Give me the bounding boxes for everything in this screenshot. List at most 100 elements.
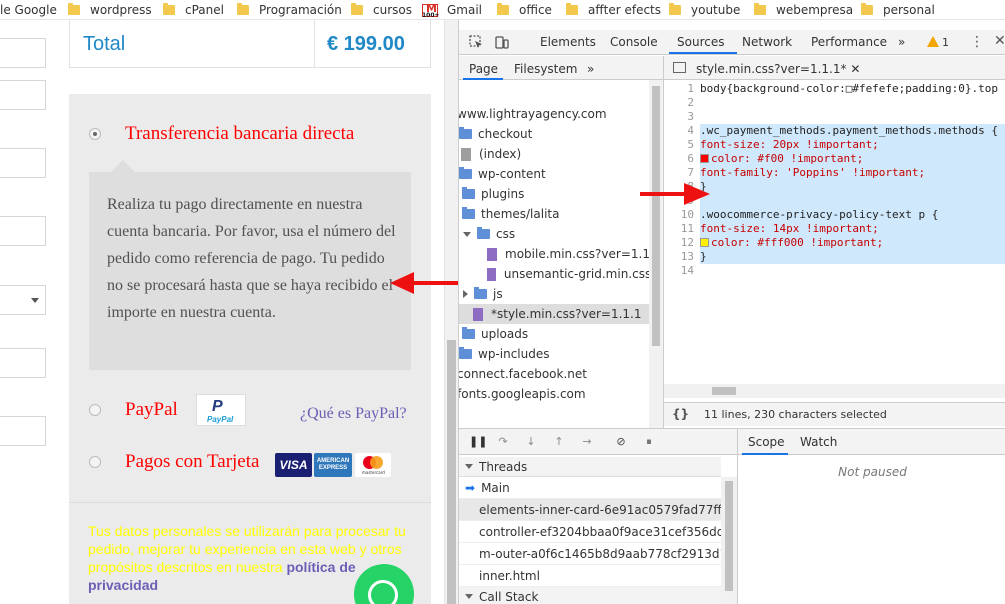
payment-method-paypal-label[interactable]: PayPal bbox=[125, 399, 178, 421]
bookmark-google[interactable]: le Google bbox=[0, 2, 57, 18]
close-icon[interactable]: ✕ bbox=[994, 33, 1005, 49]
threads-section-header[interactable]: Threads bbox=[459, 457, 721, 477]
tab-watch[interactable]: Watch bbox=[800, 435, 837, 449]
bookmark-cpanel[interactable]: cPanel bbox=[163, 2, 224, 18]
thread-item[interactable]: m-outer-a0f6c1465b8d9aab778cf2913d1d... bbox=[459, 543, 721, 565]
tree-item[interactable]: fonts.googleapis.com bbox=[459, 384, 647, 404]
bookmark-office[interactable]: office bbox=[497, 2, 552, 18]
tab-performance[interactable]: Performance bbox=[811, 35, 887, 49]
bookmark-webempresa[interactable]: webempresa bbox=[754, 2, 853, 18]
folder-icon bbox=[861, 3, 873, 15]
inspect-element-icon[interactable] bbox=[469, 35, 483, 49]
bookmark-personal[interactable]: personal bbox=[861, 2, 935, 18]
tree-item[interactable]: mobile.min.css?ver=1.1.1 bbox=[487, 244, 663, 264]
line-number: 2 bbox=[687, 96, 694, 109]
pretty-print-icon[interactable]: {} bbox=[672, 407, 689, 421]
radio-bank-transfer[interactable] bbox=[89, 128, 101, 140]
tree-item[interactable]: plugins bbox=[462, 184, 652, 204]
radio-card[interactable] bbox=[89, 456, 101, 468]
thread-item[interactable]: elements-inner-card-6e91ac0579fad77ff8..… bbox=[459, 499, 721, 521]
page-scrollbar[interactable] bbox=[444, 20, 458, 604]
bookmark-affter-efects[interactable]: affter efects bbox=[566, 2, 661, 18]
payment-method-bank-label[interactable]: Transferencia bancaria directa bbox=[125, 123, 354, 145]
step-icon[interactable]: → bbox=[581, 436, 593, 448]
billing-field[interactable] bbox=[0, 38, 46, 68]
tree-item[interactable]: www.lightrayagency.com bbox=[459, 104, 647, 124]
line-number: 14 bbox=[680, 264, 694, 277]
kebab-menu-icon[interactable]: ⋮ bbox=[970, 34, 984, 50]
editor-file-tab[interactable]: style.min.css?ver=1.1.1* ✕ bbox=[696, 62, 860, 76]
tab-network[interactable]: Network bbox=[742, 35, 792, 49]
billing-field[interactable] bbox=[0, 80, 46, 110]
tab-scope[interactable]: Scope bbox=[748, 435, 785, 449]
tab-elements[interactable]: Elements bbox=[540, 35, 596, 49]
close-icon[interactable]: ✕ bbox=[850, 62, 860, 76]
scrollbar-thumb[interactable] bbox=[447, 340, 456, 604]
bookmark-gmail[interactable]: Gmail bbox=[422, 2, 483, 19]
bookmark-wordpress[interactable]: wordpress bbox=[68, 2, 152, 18]
scrollbar-thumb[interactable] bbox=[652, 86, 660, 346]
step-out-icon[interactable]: ↑ bbox=[553, 436, 565, 448]
tree-item[interactable]: checkout bbox=[459, 124, 649, 144]
billing-field[interactable] bbox=[0, 148, 46, 178]
tree-item[interactable]: wp-includes bbox=[459, 344, 649, 364]
editor-hscrollbar[interactable] bbox=[664, 384, 1005, 398]
color-swatch-yellow[interactable] bbox=[700, 238, 709, 247]
tree-item[interactable]: css bbox=[463, 224, 653, 244]
what-is-paypal-link[interactable]: ¿Qué es PayPal? bbox=[300, 405, 407, 423]
pause-on-exceptions-icon[interactable]: ⏸ bbox=[643, 436, 655, 448]
tab-console[interactable]: Console bbox=[610, 35, 658, 49]
tree-item[interactable]: connect.facebook.net bbox=[459, 364, 647, 384]
tree-item[interactable]: wp-content bbox=[459, 164, 649, 184]
step-over-icon[interactable]: ↷ bbox=[497, 436, 509, 448]
pause-icon[interactable]: ❚❚ bbox=[469, 436, 487, 448]
tree-item[interactable]: (index) bbox=[461, 144, 651, 164]
more-tabs-icon[interactable]: » bbox=[898, 35, 905, 49]
tab-filesystem[interactable]: Filesystem bbox=[514, 62, 577, 76]
tree-item-selected[interactable]: *style.min.css?ver=1.1.1 bbox=[459, 304, 649, 324]
bookmark-cursos[interactable]: cursos bbox=[351, 2, 412, 18]
toggle-navigator-icon[interactable] bbox=[673, 62, 686, 73]
tree-item[interactable]: js bbox=[463, 284, 653, 304]
step-into-icon[interactable]: ↓ bbox=[525, 436, 537, 448]
folder-icon bbox=[163, 3, 175, 15]
tree-item[interactable]: unsemantic-grid.min.css?ver bbox=[487, 264, 663, 284]
color-swatch-red[interactable] bbox=[700, 154, 709, 163]
selection-highlight bbox=[700, 250, 1005, 264]
navigator-scrollbar[interactable] bbox=[649, 80, 663, 428]
thread-item[interactable]: controller-ef3204bbaa0f9ace31cef356dd5..… bbox=[459, 521, 721, 543]
scrollbar-thumb[interactable] bbox=[712, 387, 736, 395]
thread-item[interactable]: inner.html bbox=[459, 565, 721, 587]
tree-item-label: uploads bbox=[481, 327, 529, 341]
gmail-icon bbox=[422, 2, 440, 19]
bookmark-label: Gmail bbox=[447, 3, 483, 17]
more-tabs-icon[interactable]: » bbox=[587, 62, 594, 76]
payment-method-card-label[interactable]: Pagos con Tarjeta bbox=[125, 451, 259, 473]
css-file-icon bbox=[473, 307, 483, 321]
tree-item[interactable]: uploads bbox=[462, 324, 652, 344]
tab-page[interactable]: Page bbox=[469, 62, 498, 76]
billing-field[interactable] bbox=[0, 216, 46, 246]
tree-item-label: connect.facebook.net bbox=[459, 367, 587, 381]
call-stack-section-header[interactable]: Call Stack bbox=[459, 587, 721, 604]
folder-icon bbox=[462, 207, 475, 219]
tree-item[interactable]: themes/lalita bbox=[462, 204, 652, 224]
css-file-icon bbox=[487, 267, 496, 281]
debugger-scrollbar[interactable] bbox=[721, 477, 737, 604]
bookmark-label: office bbox=[519, 3, 552, 17]
tab-sources[interactable]: Sources bbox=[677, 35, 724, 49]
bookmark-youtube[interactable]: youtube bbox=[669, 2, 740, 18]
line-number: 7 bbox=[687, 166, 694, 179]
billing-field[interactable] bbox=[0, 348, 46, 378]
device-toolbar-icon[interactable] bbox=[495, 35, 509, 49]
warnings-counter[interactable]: 1 bbox=[927, 36, 949, 49]
billing-select[interactable] bbox=[0, 285, 46, 315]
radio-paypal[interactable] bbox=[89, 404, 101, 416]
deactivate-breakpoints-icon[interactable]: ⊘ bbox=[615, 436, 627, 448]
thread-item[interactable]: ➡ Main bbox=[459, 477, 721, 499]
code-area[interactable]: 1 2 3 4 5 6 7 8 9 10 11 12 13 14 body{ba… bbox=[664, 82, 1005, 382]
current-thread-icon: ➡ bbox=[465, 480, 476, 495]
scrollbar-thumb[interactable] bbox=[725, 481, 733, 591]
billing-field[interactable] bbox=[0, 416, 46, 446]
bookmark-programacion[interactable]: Programación bbox=[237, 2, 342, 18]
